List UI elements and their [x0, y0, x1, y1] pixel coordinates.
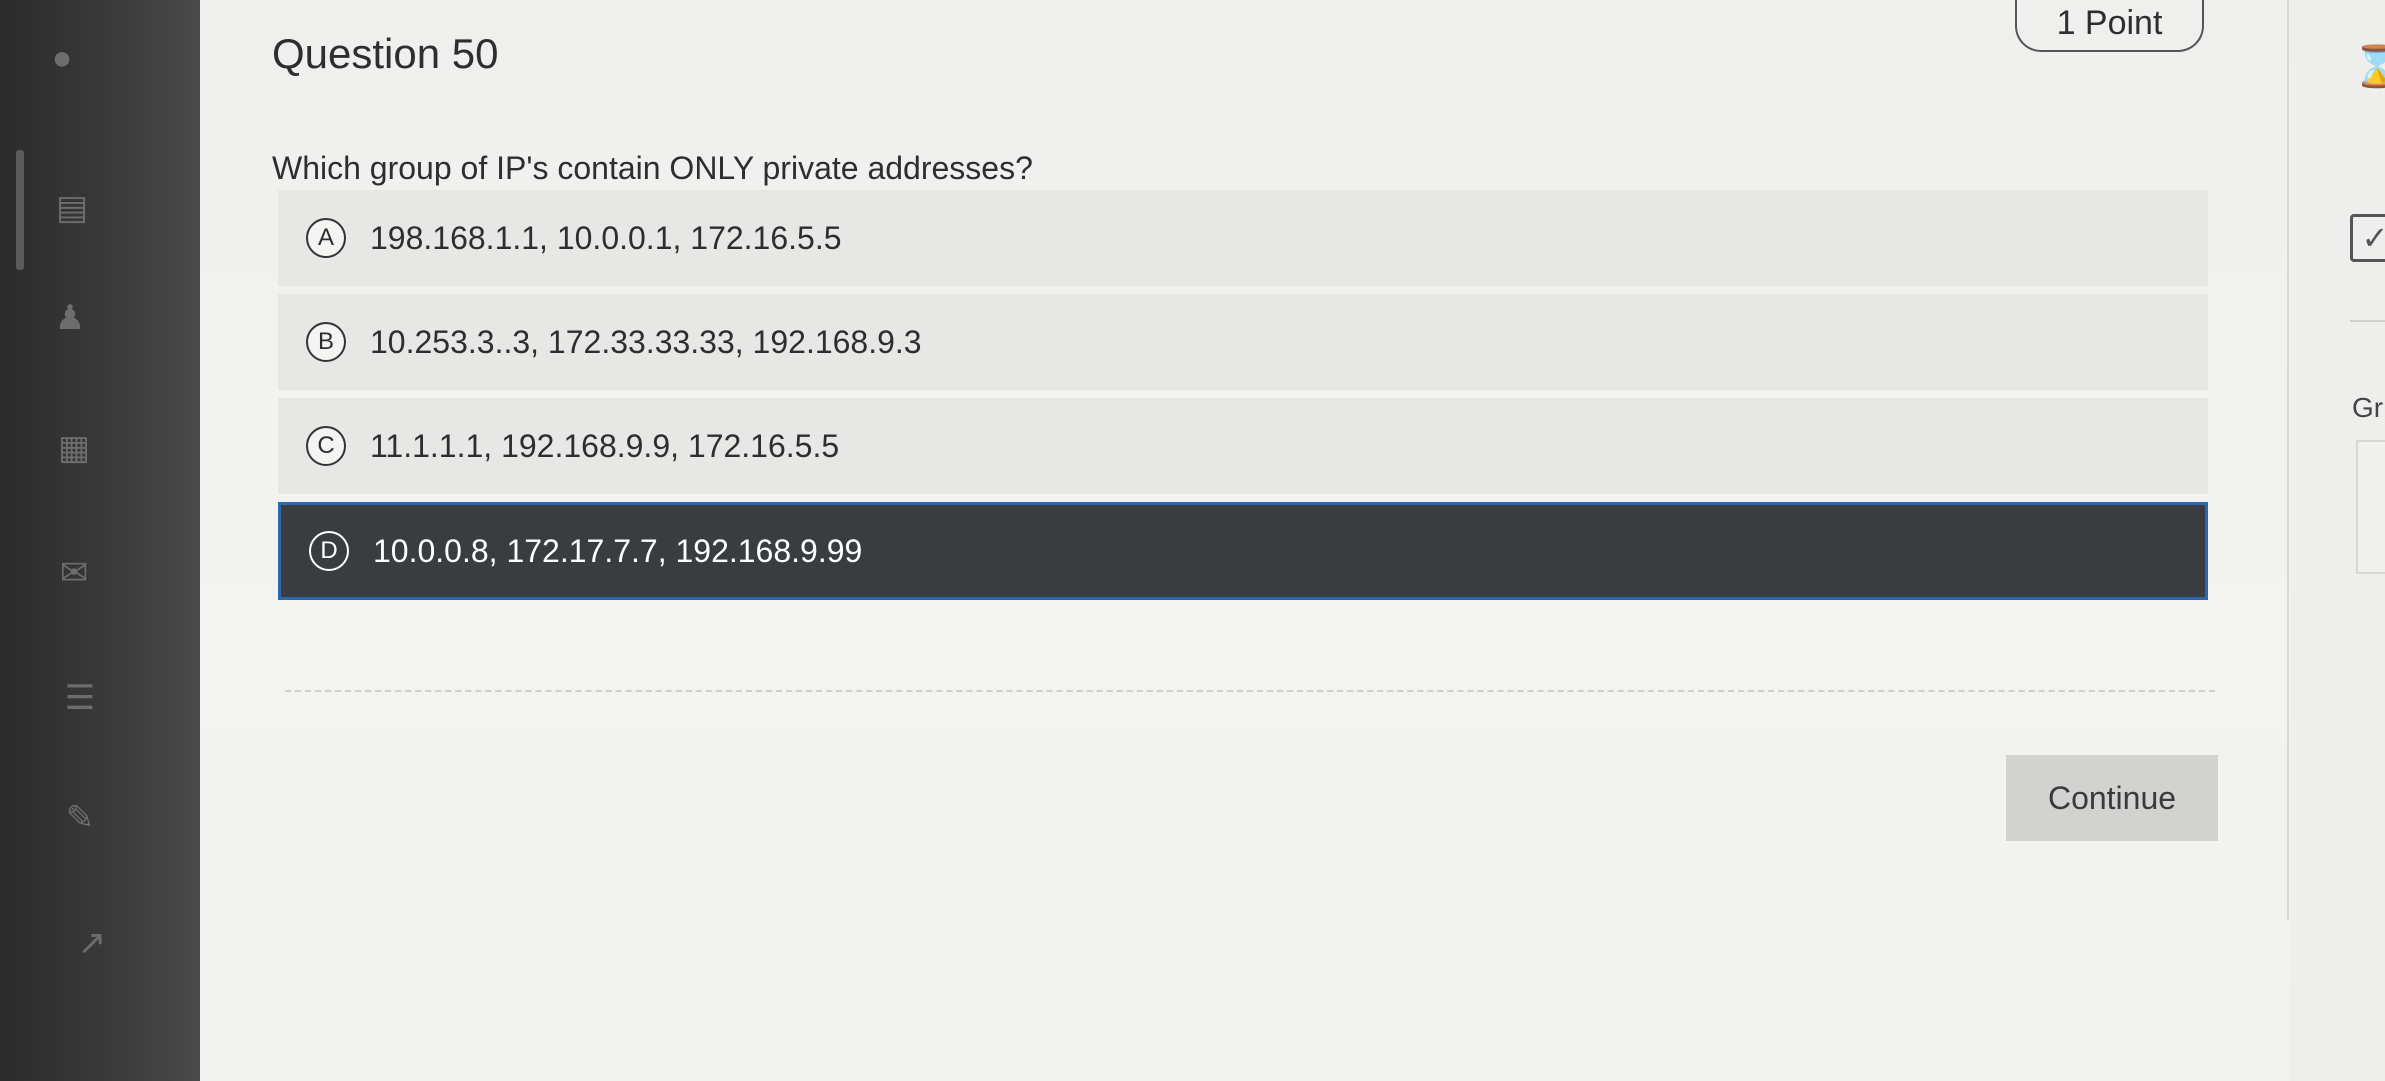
panel-rule	[2350, 320, 2385, 322]
option-letter: A	[306, 218, 346, 258]
answer-options: A 198.168.1.1, 10.0.0.1, 172.16.5.5 B 10…	[278, 190, 2208, 608]
option-text: 10.253.3..3, 172.33.33.33, 192.168.9.3	[370, 323, 922, 360]
option-letter: D	[309, 531, 349, 571]
option-text: 198.168.1.1, 10.0.0.1, 172.16.5.5	[370, 219, 842, 256]
option-letter: C	[306, 426, 346, 466]
rail-scrollbar[interactable]	[16, 150, 24, 270]
edit-icon[interactable]: ✎	[58, 800, 102, 836]
option-letter: B	[306, 322, 346, 362]
book-icon[interactable]: ▤	[50, 190, 94, 226]
panel-box[interactable]	[2356, 440, 2385, 574]
points-badge: 1 Point	[2015, 0, 2204, 52]
option-a[interactable]: A 198.168.1.1, 10.0.0.1, 172.16.5.5	[278, 190, 2208, 286]
option-c[interactable]: C 11.1.1.1, 192.168.9.9, 172.16.5.5	[278, 398, 2208, 494]
external-icon[interactable]: ↗	[70, 925, 114, 961]
option-b[interactable]: B 10.253.3..3, 172.33.33.33, 192.168.9.3	[278, 294, 2208, 390]
section-divider	[285, 690, 2215, 692]
option-text: 11.1.1.1, 192.168.9.9, 172.16.5.5	[370, 427, 840, 464]
question-text: Which group of IP's contain ONLY private…	[272, 150, 1033, 186]
left-nav-rail: ● ▤ ♟ ▦ ✉ ☰ ✎ ↗	[0, 0, 200, 1081]
panel-label: Gr	[2352, 392, 2384, 423]
people-icon[interactable]: ♟	[48, 300, 92, 336]
calendar-icon[interactable]: ▦	[52, 430, 96, 466]
mail-icon[interactable]: ✉	[52, 555, 96, 591]
option-text: 10.0.0.8, 172.17.7.7, 192.168.9.99	[373, 532, 863, 569]
checkbox-icon[interactable]: ✓	[2350, 214, 2385, 262]
globe-icon[interactable]: ●	[40, 40, 84, 76]
continue-button[interactable]: Continue	[2006, 755, 2218, 841]
option-d[interactable]: D 10.0.0.8, 172.17.7.7, 192.168.9.99	[278, 502, 2208, 600]
question-title: Question 50	[272, 30, 499, 77]
panel-divider	[2287, 0, 2289, 920]
hourglass-icon[interactable]: ⌛	[2352, 45, 2385, 89]
list-icon[interactable]: ☰	[58, 680, 102, 716]
